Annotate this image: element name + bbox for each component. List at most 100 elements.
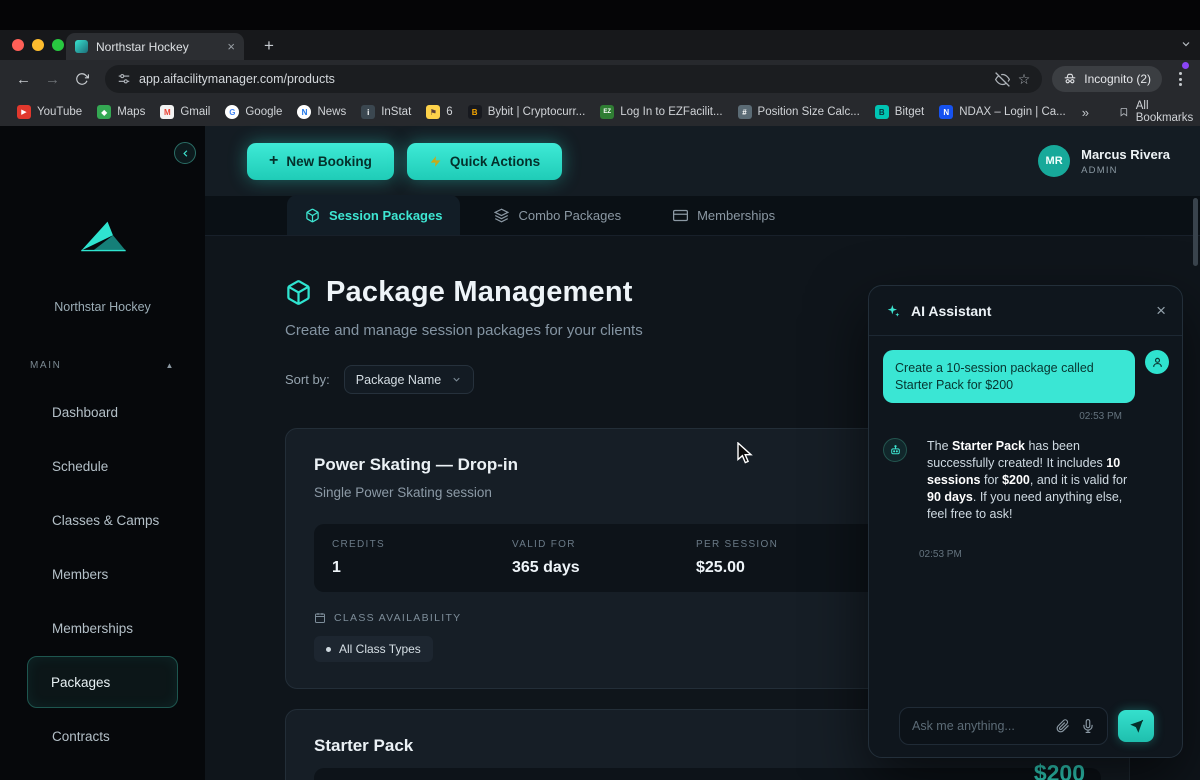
close-tab-icon[interactable]: × bbox=[227, 40, 235, 53]
browser-toolbar: ← → app.aifacilitymanager.com/products ☆… bbox=[0, 60, 1200, 98]
browser-tab-strip: Northstar Hockey × + bbox=[0, 30, 1200, 60]
user-icon bbox=[1145, 350, 1169, 374]
assistant-message-text: The Starter Pack has been successfully c… bbox=[927, 438, 1143, 523]
calendar-icon bbox=[314, 612, 326, 624]
nav-label: Classes & Camps bbox=[52, 513, 159, 528]
bookmark-instat[interactable]: iInStat bbox=[354, 101, 418, 123]
window-titlebar bbox=[0, 0, 1200, 30]
calculator-favicon: # bbox=[738, 105, 752, 119]
bookmarks-overflow-chevron[interactable]: » bbox=[1074, 105, 1097, 120]
close-window-button[interactable] bbox=[12, 39, 24, 51]
dot-icon bbox=[326, 647, 331, 652]
reload-button[interactable] bbox=[68, 66, 95, 93]
sidebar-item-contracts[interactable]: Contracts bbox=[0, 709, 205, 763]
tab-label: Memberships bbox=[697, 208, 775, 223]
sort-select[interactable]: Package Name bbox=[344, 365, 474, 394]
bookmark-6[interactable]: ⚑6 bbox=[419, 101, 459, 123]
quick-actions-button[interactable]: Quick Actions bbox=[407, 143, 562, 180]
nav-label: Dashboard bbox=[52, 405, 118, 420]
zoom-window-button[interactable] bbox=[52, 39, 64, 51]
bookmark-label: Log In to EZFacilit... bbox=[620, 106, 722, 118]
bookmark-news[interactable]: N News bbox=[290, 101, 353, 123]
app-topbar: + New Booking Quick Actions MR Marcus Ri… bbox=[205, 126, 1200, 196]
sidebar-item-memberships[interactable]: Memberships bbox=[0, 601, 205, 655]
stat-label: VALID FOR bbox=[512, 539, 696, 550]
bookmark-position-size[interactable]: #Position Size Calc... bbox=[731, 101, 867, 123]
bookmark-label: Google bbox=[245, 106, 282, 118]
eye-off-icon[interactable] bbox=[995, 72, 1010, 87]
nav-label: Schedule bbox=[52, 459, 108, 474]
bookmark-star-icon[interactable]: ☆ bbox=[1018, 71, 1031, 88]
section-collapse-caret-icon[interactable]: ▲ bbox=[165, 361, 175, 370]
sidebar: Northstar Hockey MAIN ▲ Dashboard Schedu… bbox=[0, 126, 205, 780]
site-settings-tune-icon[interactable] bbox=[117, 72, 131, 86]
ndax-favicon: N bbox=[939, 105, 953, 119]
all-bookmarks-button[interactable]: All Bookmarks bbox=[1111, 100, 1200, 124]
incognito-label: Incognito (2) bbox=[1084, 72, 1151, 86]
address-bar[interactable]: app.aifacilitymanager.com/products ☆ bbox=[105, 65, 1042, 93]
user-menu[interactable]: MR Marcus Rivera ADMIN bbox=[1038, 145, 1170, 177]
bookmark-google[interactable]: G Google bbox=[218, 101, 289, 123]
tab-search-chevron-icon[interactable] bbox=[1180, 37, 1192, 55]
ai-panel-header: AI Assistant × bbox=[869, 286, 1182, 336]
user-avatar[interactable]: MR bbox=[1038, 145, 1070, 177]
minimize-window-button[interactable] bbox=[32, 39, 44, 51]
bookmark-ezfacility[interactable]: EZLog In to EZFacilit... bbox=[593, 101, 729, 123]
back-button[interactable]: ← bbox=[10, 66, 37, 93]
sidebar-section-header[interactable]: MAIN ▲ bbox=[0, 360, 205, 371]
close-icon[interactable]: × bbox=[1156, 302, 1166, 319]
sort-value: Package Name bbox=[356, 373, 441, 387]
tab-combo-packages[interactable]: Combo Packages bbox=[476, 195, 639, 235]
card-icon bbox=[673, 208, 688, 223]
bookmarks-bar: ▶YouTube ◆Maps MGmail G Google N News iInS… bbox=[0, 98, 1200, 126]
bookmark-bitget[interactable]: BBitget bbox=[868, 101, 931, 123]
layers-icon bbox=[494, 208, 509, 223]
new-tab-button[interactable]: + bbox=[256, 34, 282, 58]
extension-notification-dot bbox=[1182, 62, 1189, 69]
bookmark-maps[interactable]: ◆Maps bbox=[90, 101, 152, 123]
bookmark-ndax[interactable]: NNDAX – Login | Ca... bbox=[932, 101, 1073, 123]
section-label: MAIN bbox=[30, 360, 61, 371]
bookmark-label: Bybit | Cryptocurr... bbox=[488, 106, 586, 118]
sidebar-item-members[interactable]: Members bbox=[0, 547, 205, 601]
ai-input[interactable] bbox=[912, 719, 1045, 733]
bookmark-label: Maps bbox=[117, 106, 145, 118]
bookmark-youtube[interactable]: ▶YouTube bbox=[10, 101, 89, 123]
sidebar-item-dashboard[interactable]: Dashboard bbox=[0, 385, 205, 439]
bookmark-bybit[interactable]: BBybit | Cryptocurr... bbox=[461, 101, 593, 123]
bookmark-label: 6 bbox=[446, 106, 452, 118]
window-controls bbox=[12, 39, 64, 51]
microphone-icon[interactable] bbox=[1081, 719, 1095, 733]
plus-icon: + bbox=[269, 152, 278, 170]
scrollbar-thumb[interactable] bbox=[1193, 198, 1198, 266]
new-booking-button[interactable]: + New Booking bbox=[247, 143, 394, 180]
ai-input-container bbox=[899, 707, 1108, 745]
brand-name: Northstar Hockey bbox=[0, 300, 205, 314]
sidebar-collapse-button[interactable] bbox=[174, 142, 196, 164]
robot-icon bbox=[883, 438, 907, 462]
sidebar-item-schedule[interactable]: Schedule bbox=[0, 439, 205, 493]
availability-label: CLASS AVAILABILITY bbox=[334, 612, 461, 624]
screen: Northstar Hockey × + ← → app.aifacilitym… bbox=[0, 0, 1200, 780]
sidebar-nav: Dashboard Schedule Classes & Camps Membe… bbox=[0, 385, 205, 763]
sidebar-item-classes-camps[interactable]: Classes & Camps bbox=[0, 493, 205, 547]
bookmark-label: Gmail bbox=[180, 106, 210, 118]
user-name: Marcus Rivera bbox=[1081, 147, 1170, 162]
news-favicon: N bbox=[297, 105, 311, 119]
paperclip-icon[interactable] bbox=[1056, 719, 1070, 733]
bookmark-label: News bbox=[317, 106, 346, 118]
tab-memberships[interactable]: Memberships bbox=[655, 195, 793, 235]
user-message-bubble: Create a 10-session package called Start… bbox=[883, 350, 1135, 403]
tab-session-packages[interactable]: Session Packages bbox=[287, 195, 460, 235]
bookmark-gmail[interactable]: MGmail bbox=[153, 101, 217, 123]
tab-label: Combo Packages bbox=[518, 208, 621, 223]
google-favicon: G bbox=[225, 105, 239, 119]
browser-tab[interactable]: Northstar Hockey × bbox=[66, 33, 244, 60]
sidebar-item-packages[interactable]: Packages bbox=[27, 656, 178, 708]
youtube-favicon: ▶ bbox=[17, 105, 31, 119]
tab-title: Northstar Hockey bbox=[96, 40, 219, 54]
send-button[interactable] bbox=[1118, 710, 1154, 742]
quick-actions-label: Quick Actions bbox=[450, 154, 540, 169]
package-price: $200 bbox=[1034, 760, 1085, 780]
browser-menu-button[interactable] bbox=[1170, 72, 1190, 86]
